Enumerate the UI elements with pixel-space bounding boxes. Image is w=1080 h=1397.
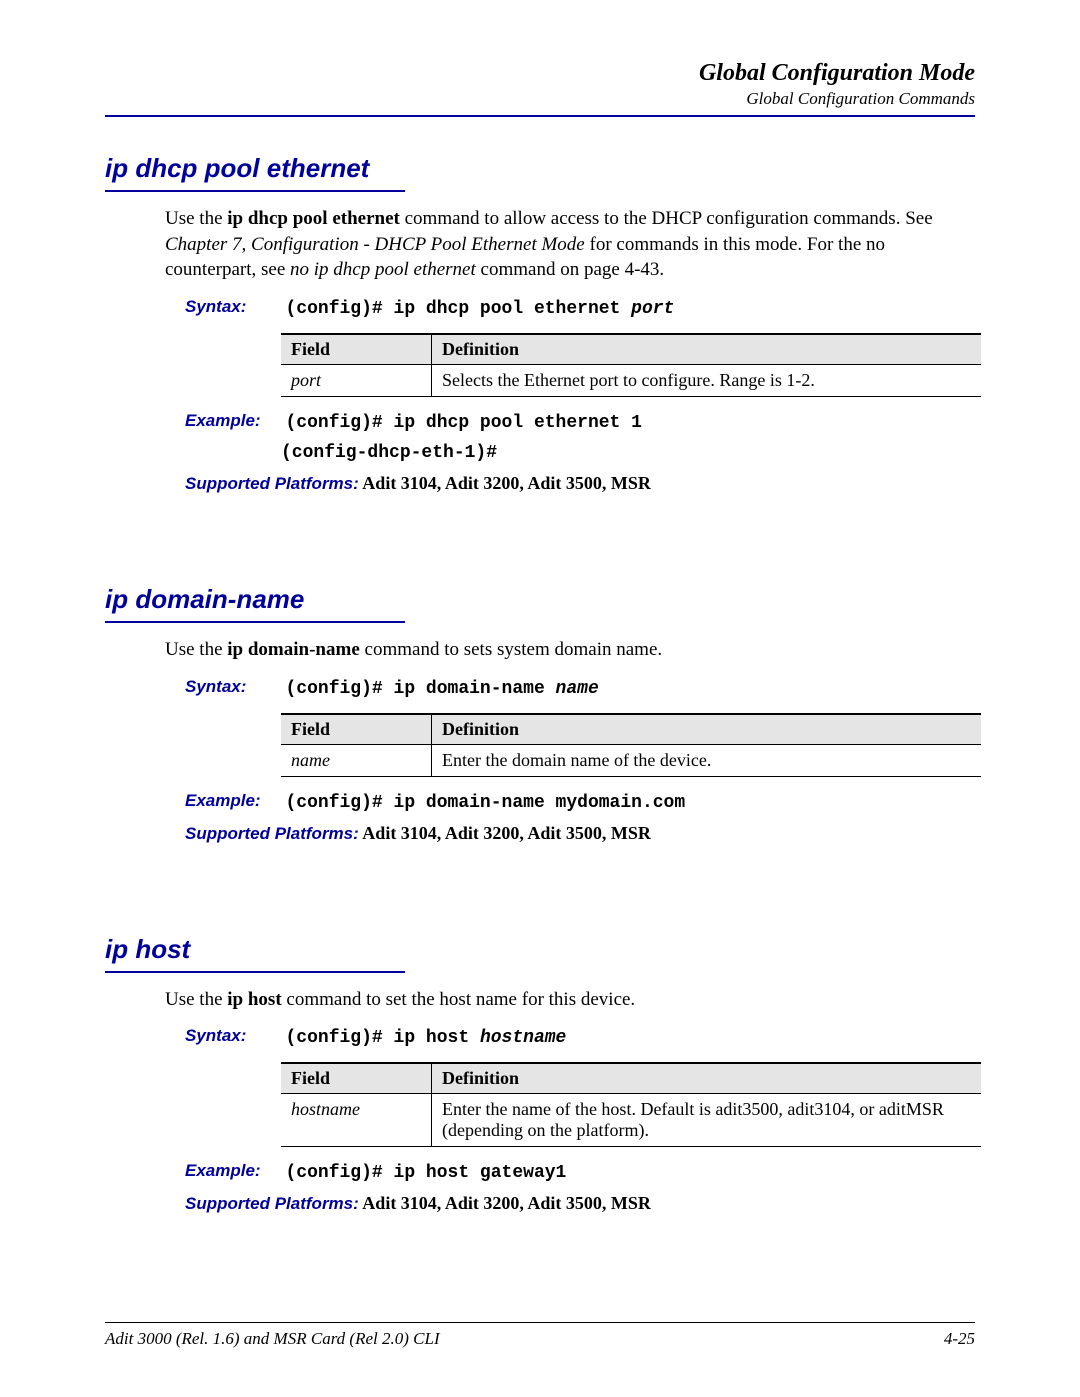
syntax-label: Syntax: [185, 677, 281, 697]
intro-text: command on page 4-43. [476, 259, 664, 280]
platforms-row: Supported Platforms: Adit 3104, Adit 320… [185, 473, 975, 494]
platforms-label: Supported Platforms: [185, 474, 359, 493]
syntax-row: Syntax: (config)# ip dhcp pool ethernet … [185, 297, 975, 319]
def-cell: Enter the domain name of the device. [432, 744, 982, 776]
section-underline [105, 621, 405, 623]
section-ip-domain-name: ip domain-name Use the ip domain-name co… [105, 584, 975, 844]
example-cmd: (config)# ip host gateway1 [286, 1163, 567, 1183]
field-cell: name [281, 744, 432, 776]
intro-text: command to allow access to the DHCP conf… [400, 208, 933, 229]
section-underline [105, 190, 405, 192]
col-definition: Definition [432, 714, 982, 745]
example-row: Example: (config)# ip host gateway1 [185, 1161, 975, 1183]
page-header: Global Configuration Mode Global Configu… [105, 60, 975, 109]
section-ip-host: ip host Use the ip host command to set t… [105, 934, 975, 1215]
intro-text: command to sets system domain name. [360, 639, 662, 660]
platforms-value: Adit 3104, Adit 3200, Adit 3500, MSR [359, 473, 651, 493]
header-subtitle: Global Configuration Commands [105, 89, 975, 109]
field-cell: port [281, 364, 432, 396]
intro-bold: ip dhcp pool ethernet [227, 208, 400, 229]
table-row: name Enter the domain name of the device… [281, 744, 981, 776]
intro-bold: ip host [227, 989, 281, 1010]
col-field: Field [281, 1063, 432, 1094]
example-cmd: (config)# ip domain-name mydomain.com [286, 793, 686, 813]
field-table: Field Definition port Selects the Ethern… [281, 333, 981, 397]
intro-text: Use the [165, 208, 227, 229]
platforms-value: Adit 3104, Adit 3200, Adit 3500, MSR [359, 1193, 651, 1213]
platforms-row: Supported Platforms: Adit 3104, Adit 320… [185, 823, 975, 844]
intro-text: Use the [165, 639, 227, 660]
example-row: Example: (config)# ip domain-name mydoma… [185, 791, 975, 813]
def-cell: Selects the Ethernet port to configure. … [432, 364, 982, 396]
example-label: Example: [185, 791, 281, 811]
syntax-arg: port [631, 299, 674, 319]
table-row: hostname Enter the name of the host. Def… [281, 1094, 981, 1147]
syntax-cmd: (config)# ip domain-name [286, 679, 556, 699]
intro-text: command to set the host name for this de… [282, 989, 636, 1010]
section-intro: Use the ip dhcp pool ethernet command to… [165, 206, 975, 283]
footer-right: 4-25 [944, 1329, 975, 1349]
table-row: port Selects the Ethernet port to config… [281, 364, 981, 396]
table-header-row: Field Definition [281, 334, 981, 365]
platforms-value: Adit 3104, Adit 3200, Adit 3500, MSR [359, 823, 651, 843]
field-table: Field Definition hostname Enter the name… [281, 1062, 981, 1147]
syntax-arg: name [556, 679, 599, 699]
table-header-row: Field Definition [281, 714, 981, 745]
section-title: ip dhcp pool ethernet [105, 153, 975, 184]
platforms-label: Supported Platforms: [185, 824, 359, 843]
header-title: Global Configuration Mode [105, 60, 975, 87]
col-field: Field [281, 334, 432, 365]
syntax-row: Syntax: (config)# ip host hostname [185, 1026, 975, 1048]
field-table-wrap: Field Definition port Selects the Ethern… [281, 333, 975, 397]
example-row-2: (config-dhcp-eth-1)# [281, 443, 975, 463]
syntax-label: Syntax: [185, 1026, 281, 1046]
footer-left: Adit 3000 (Rel. 1.6) and MSR Card (Rel 2… [105, 1329, 440, 1349]
section-underline [105, 971, 405, 973]
table-header-row: Field Definition [281, 1063, 981, 1094]
col-definition: Definition [432, 1063, 982, 1094]
syntax-cmd: (config)# ip dhcp pool ethernet [286, 299, 632, 319]
example-row: Example: (config)# ip dhcp pool ethernet… [185, 411, 975, 433]
col-field: Field [281, 714, 432, 745]
field-table-wrap: Field Definition name Enter the domain n… [281, 713, 975, 777]
field-cell: hostname [281, 1094, 432, 1147]
intro-bold: ip domain-name [227, 639, 360, 660]
syntax-row: Syntax: (config)# ip domain-name name [185, 677, 975, 699]
example-label: Example: [185, 1161, 281, 1181]
page-footer: Adit 3000 (Rel. 1.6) and MSR Card (Rel 2… [105, 1322, 975, 1349]
field-table-wrap: Field Definition hostname Enter the name… [281, 1062, 975, 1147]
def-cell: Enter the name of the host. Default is a… [432, 1094, 982, 1147]
page: Global Configuration Mode Global Configu… [0, 0, 1080, 1397]
intro-italic: Chapter 7, Configuration - DHCP Pool Eth… [165, 234, 585, 255]
section-intro: Use the ip host command to set the host … [165, 987, 975, 1013]
platforms-label: Supported Platforms: [185, 1194, 359, 1213]
section-intro: Use the ip domain-name command to sets s… [165, 637, 975, 663]
section-title: ip host [105, 934, 975, 965]
example-cmd: (config)# ip dhcp pool ethernet 1 [286, 413, 642, 433]
header-rule [105, 115, 975, 117]
section-ip-dhcp-pool-ethernet: ip dhcp pool ethernet Use the ip dhcp po… [105, 153, 975, 494]
field-table: Field Definition name Enter the domain n… [281, 713, 981, 777]
example-label: Example: [185, 411, 281, 431]
platforms-row: Supported Platforms: Adit 3104, Adit 320… [185, 1193, 975, 1214]
example-cmd-2: (config-dhcp-eth-1)# [281, 443, 497, 463]
col-definition: Definition [432, 334, 982, 365]
intro-text: Use the [165, 989, 227, 1010]
section-title: ip domain-name [105, 584, 975, 615]
syntax-arg: hostname [480, 1028, 566, 1048]
syntax-label: Syntax: [185, 297, 281, 317]
intro-italic: no ip dhcp pool ethernet [290, 259, 476, 280]
syntax-cmd: (config)# ip host [286, 1028, 480, 1048]
